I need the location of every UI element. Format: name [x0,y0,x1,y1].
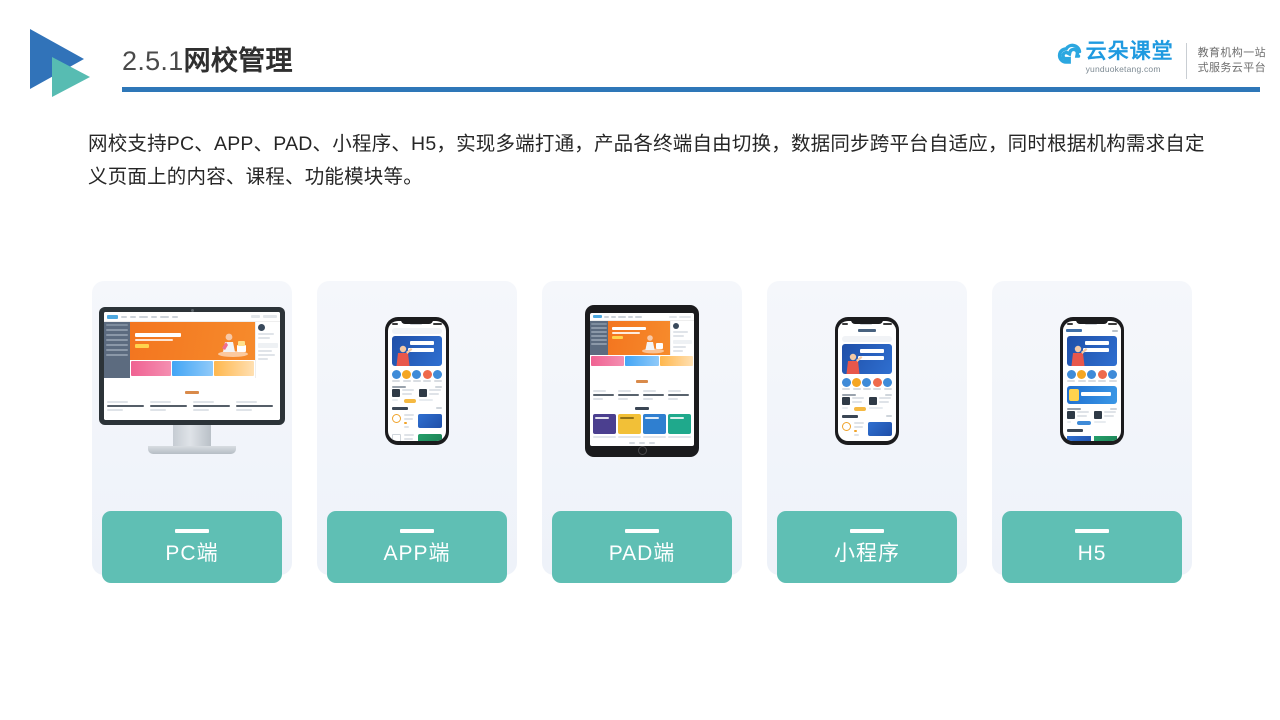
cloud-icon [1055,41,1085,71]
brand-mark: 云朵课堂 yunduoketang.com [1055,39,1174,83]
lead-paragraph: 网校支持PC、APP、PAD、小程序、H5，实现多端打通，产品各终端自由切换，数… [88,133,1205,188]
device-card-button-h5[interactable]: H5 [1002,511,1182,583]
brand-tagline-line1: 教育机构一站 [1197,47,1266,59]
button-dash-icon [400,528,434,533]
page-title-text: 网校管理 [183,46,293,76]
device-card-label: PC端 [165,541,219,565]
device-card-pad[interactable]: PAD端 [542,281,742,583]
page-title: 2.5.1网校管理 [122,44,293,86]
double-triangle-play-icon [28,27,94,99]
mobile-phone-icon [317,281,517,481]
button-dash-icon [175,528,209,533]
device-card-h5[interactable]: H5 [992,281,1192,583]
device-card-button-pc[interactable]: PC端 [102,511,282,583]
device-card-label: APP端 [383,541,451,565]
button-dash-icon [1075,528,1109,533]
device-card-button-app[interactable]: APP端 [327,511,507,583]
title-underline-rule [122,87,1260,92]
device-card-pc[interactable]: PC端 [92,281,292,583]
brand-logo: 云朵课堂 yunduoketang.com 教育机构一站 式服务云平台 [1055,38,1266,84]
device-card-app[interactable]: APP端 [317,281,517,583]
brand-tagline: 教育机构一站 式服务云平台 [1198,46,1266,76]
device-card-label: 小程序 [834,541,900,565]
device-card-label: PAD端 [608,541,676,565]
brand-name: 云朵课堂 [1085,40,1174,63]
device-card-label: H5 [1077,541,1107,565]
brand-url: yunduoketang.com [1085,64,1161,74]
mobile-phone-icon [767,281,967,481]
device-card-row: PC端 APP端 PAD端 小程序 H5 [92,281,1192,583]
device-card-button-pad[interactable]: PAD端 [552,511,732,583]
slide-header: 2.5.1网校管理 云朵课堂 yunduoketang.com 教育机构一站 式… [0,0,1280,110]
brand-divider [1185,43,1187,79]
device-card-button-miniprogram[interactable]: 小程序 [777,511,957,583]
button-dash-icon [625,528,659,533]
mobile-phone-icon [992,281,1192,481]
desktop-monitor-icon [92,281,292,481]
tablet-icon [542,281,742,481]
brand-tagline-line2: 式服务云平台 [1197,62,1266,74]
button-dash-icon [850,528,884,533]
page-title-number: 2.5.1 [122,46,184,76]
device-card-miniprogram[interactable]: 小程序 [767,281,967,583]
